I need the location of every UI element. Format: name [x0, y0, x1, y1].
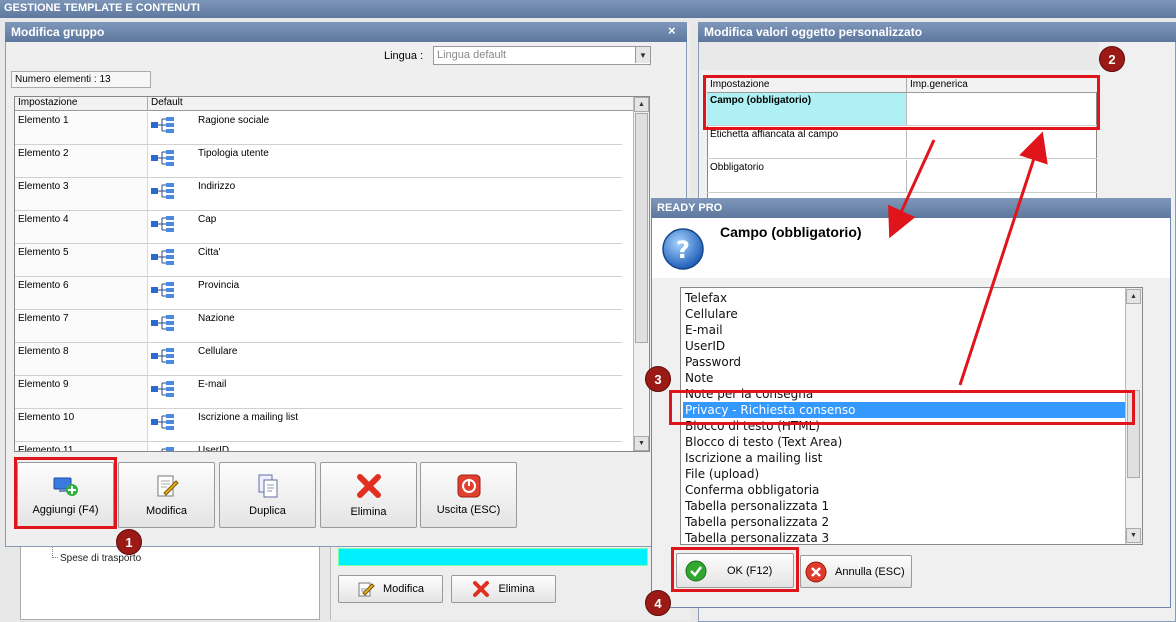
list-item[interactable]: Tabella personalizzata 3	[683, 530, 1128, 545]
list-item[interactable]: Conferma obbligatoria	[683, 482, 1128, 498]
background-modifica-button[interactable]: Modifica	[338, 575, 443, 603]
background-elimina-label: Elimina	[498, 583, 535, 595]
list-item[interactable]: File (upload)	[683, 466, 1128, 482]
list-item[interactable]: Telefax	[683, 290, 1128, 306]
list-item[interactable]: Iscrizione a mailing list	[683, 450, 1128, 466]
annotation-box-ok	[671, 547, 799, 592]
cancel-icon	[805, 561, 827, 582]
annotation-badge-3: 3	[645, 366, 671, 392]
annotation-box-privacy	[669, 390, 1135, 425]
edit-icon	[358, 582, 375, 597]
highlight-bar	[338, 548, 648, 566]
list-item[interactable]: UserID	[683, 338, 1128, 354]
annotation-badge-2: 2	[1099, 46, 1125, 72]
list-item[interactable]: Blocco di testo (Text Area)	[683, 434, 1128, 450]
annotation-badge-1: 1	[116, 529, 142, 555]
delete-x-icon	[473, 581, 490, 597]
annotation-box-campo	[703, 75, 1100, 130]
annotation-badge-4: 4	[645, 590, 671, 616]
list-item[interactable]: Cellulare	[683, 306, 1128, 322]
background-modifica-label: Modifica	[383, 583, 424, 595]
list-item[interactable]: Note	[683, 370, 1128, 386]
background-tree-panel	[20, 540, 320, 620]
list-item[interactable]: Tabella personalizzata 2	[683, 514, 1128, 530]
list-item[interactable]: E-mail	[683, 322, 1128, 338]
scroll-down-icon[interactable]: ▼	[1126, 528, 1141, 543]
background-elimina-button[interactable]: Elimina	[451, 575, 556, 603]
annulla-button[interactable]: Annulla (ESC)	[800, 555, 912, 588]
tree-connector	[52, 546, 58, 558]
annotation-box-aggiungi	[14, 457, 117, 529]
scroll-up-icon[interactable]: ▲	[1126, 289, 1141, 304]
list-item[interactable]: Password	[683, 354, 1128, 370]
list-item[interactable]: Tabella personalizzata 1	[683, 498, 1128, 514]
annulla-label: Annulla (ESC)	[835, 565, 905, 578]
